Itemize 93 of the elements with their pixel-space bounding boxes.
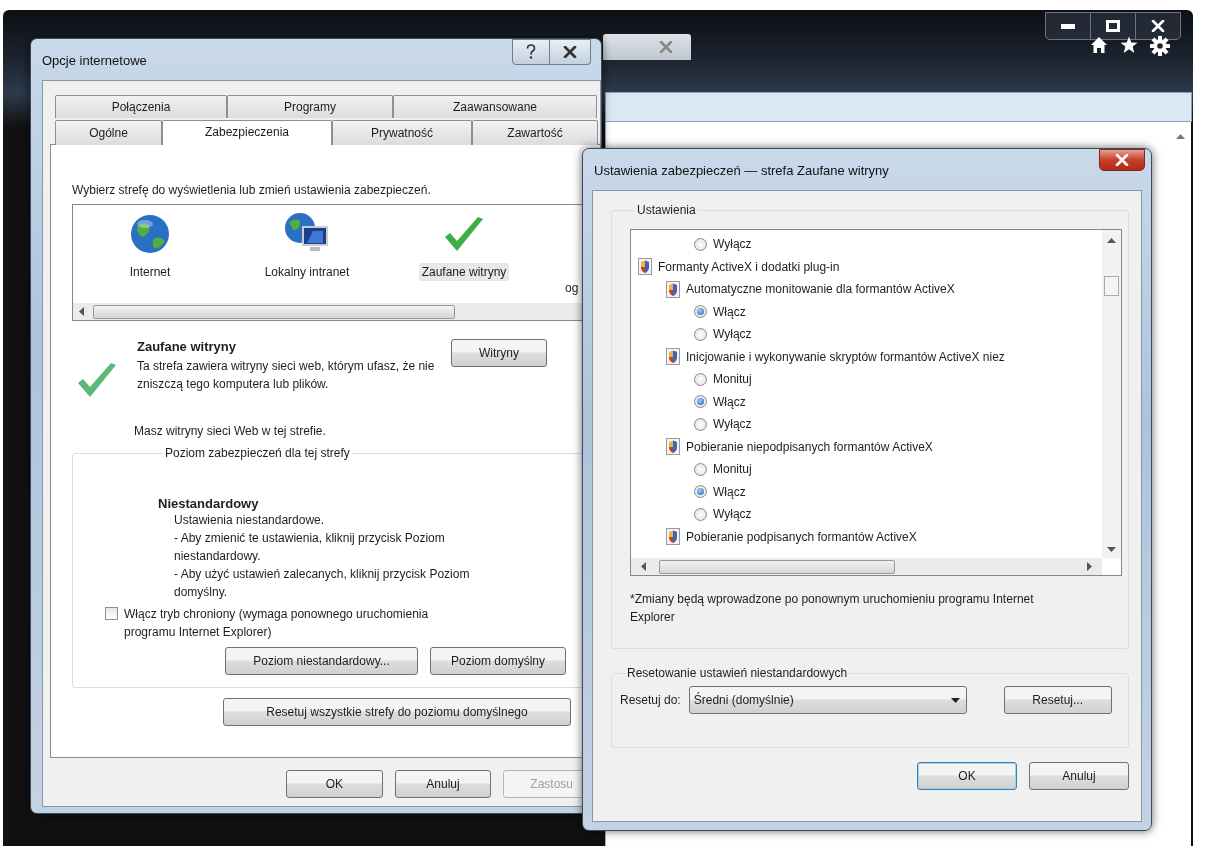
home-icon[interactable] — [1090, 36, 1108, 54]
tab[interactable]: Prywatność — [332, 120, 472, 145]
tab[interactable]: Połączenia — [55, 95, 227, 118]
minimize-icon — [1061, 23, 1075, 29]
close-button[interactable] — [1099, 149, 1145, 171]
help-icon — [526, 44, 536, 60]
zone-description: Ta strefa zawiera witryny sieci web, którym ufasz, że nie zniszczą tego komputera lub plików. — [137, 358, 436, 393]
zone-title: Zaufane witryny — [137, 339, 237, 354]
option-label: Włącz — [713, 484, 746, 499]
radio-button[interactable] — [694, 417, 707, 431]
close-icon — [1151, 20, 1165, 32]
settings-icon[interactable] — [1150, 36, 1170, 56]
star-icon[interactable] — [1120, 36, 1138, 54]
scroll-right-icon — [1087, 562, 1092, 571]
vertical-scrollbar[interactable] — [1102, 230, 1121, 558]
level-dropdown[interactable]: Średni (domyślnie) — [688, 686, 967, 714]
scroll-left-icon — [641, 562, 646, 571]
option-label: Wyłącz — [713, 237, 752, 252]
option-label: Monituj — [713, 372, 752, 387]
radio-button[interactable] — [694, 305, 707, 319]
globe-icon — [129, 213, 171, 255]
dialog-button[interactable]: Anuluj — [1029, 762, 1129, 790]
tab[interactable]: Programy — [227, 95, 393, 118]
radio-button[interactable] — [694, 462, 707, 476]
radio-button[interactable] — [694, 237, 707, 251]
level-button[interactable]: Poziom domyślny — [430, 647, 566, 675]
window-title: Ustawienia zabezpieczeń — strefa Zaufane witryny — [594, 163, 889, 178]
option-label: Wyłącz — [713, 327, 752, 342]
scroll-up-icon — [1107, 238, 1116, 243]
scroll-down-icon — [1107, 547, 1116, 552]
level-description: - Aby użyć ustawień zalecanych, kliknij przycisk Poziom domyślny. — [174, 566, 471, 601]
setting-label: Automatyczne monitowanie dla formantów ActiveX — [686, 282, 955, 297]
zone-item[interactable]: Internet — [85, 209, 215, 281]
scroll-up-icon[interactable] — [1176, 134, 1185, 139]
tab[interactable]: Zabezpieczenia — [162, 120, 332, 145]
shield-icon — [638, 258, 652, 276]
setting-label: Inicjowanie i wykonywanie skryptów formantów ActiveX niez — [686, 349, 1005, 364]
browser-tab[interactable] — [603, 34, 691, 60]
shield-icon — [666, 348, 680, 366]
shield-icon — [666, 528, 680, 546]
close-icon — [563, 46, 577, 58]
dialog-button[interactable]: Anuluj — [394, 770, 492, 798]
setting-label: Pobieranie niepodpisanych formantów ActiveX — [686, 439, 933, 454]
option-label: Monituj — [713, 462, 752, 477]
tab[interactable]: Ogólne — [55, 120, 162, 145]
zone-note: Masz witryny sieci Web w tej strefie. — [134, 424, 327, 438]
level-button[interactable]: Poziom niestandardowy... — [225, 647, 418, 675]
checkbox[interactable] — [105, 607, 118, 620]
close-icon — [1115, 154, 1129, 166]
option-label: Wyłącz — [713, 507, 752, 522]
zone-item[interactable]: Lokalny intranet — [242, 209, 372, 281]
shield-icon — [666, 438, 680, 456]
dialog-button[interactable]: OK — [917, 762, 1017, 790]
scrollbar-thumb[interactable] — [1104, 276, 1119, 296]
sites-button[interactable]: Witryny — [451, 339, 547, 367]
reset-button[interactable]: Resetuj... — [1003, 686, 1112, 714]
radio-button[interactable] — [694, 485, 707, 499]
group-title: Resetowanie ustawień niestandardowych — [626, 666, 849, 680]
scrollbar-thumb[interactable] — [93, 305, 455, 319]
tab[interactable]: Zawartość — [472, 120, 598, 145]
level-name: Niestandardowy — [158, 496, 260, 511]
tab[interactable]: Zaawansowane — [393, 95, 597, 118]
category-label: Formanty ActiveX i dodatki plug-in — [658, 259, 840, 274]
dropdown-arrow-icon — [950, 697, 960, 703]
restart-note: *Zmiany będą wprowadzone po ponownym uruchomieniu programu Internet Explorer — [630, 591, 1035, 626]
close-icon — [659, 41, 673, 53]
reset-all-button[interactable]: Resetuj wszystkie strefy do poziomu domyślnego — [223, 698, 571, 726]
maximize-icon — [1106, 20, 1120, 32]
shield-icon — [666, 280, 680, 298]
option-label: Wyłącz — [713, 417, 752, 432]
setting-label: Pobieranie podpisanych formantów ActiveX — [686, 529, 917, 544]
dialog-button[interactable]: OK — [286, 770, 383, 798]
scroll-left-icon — [79, 307, 84, 316]
option-label: Włącz — [713, 304, 746, 319]
window-title: Opcje internetowe — [42, 53, 147, 68]
option-label: Włącz — [713, 394, 746, 409]
instruction-text: Wybierz strefę do wyświetlenia lub zmień ustawienia zabezpieczeń. — [72, 183, 432, 197]
zone-label: og — [565, 281, 579, 295]
group-title: Ustawienia — [636, 203, 697, 217]
help-button[interactable] — [512, 39, 550, 65]
checkbox-label: Włącz tryb chroniony (wymaga ponownego uruchomienia programu Internet Explorer) — [124, 606, 430, 641]
horizontal-scrollbar[interactable] — [631, 558, 1102, 575]
radio-button[interactable] — [694, 507, 707, 521]
radio-button[interactable] — [694, 395, 707, 409]
field-label: Resetuj do: — [620, 693, 681, 707]
level-description: Ustawienia niestandardowe. — [174, 512, 326, 529]
radio-button[interactable] — [694, 327, 707, 341]
radio-button[interactable] — [694, 372, 707, 386]
scrollbar-thumb[interactable] — [659, 560, 895, 574]
close-button[interactable] — [550, 39, 591, 65]
level-description: - Aby zmienić te ustawienia, kliknij przycisk Poziom niestandardowy. — [174, 530, 446, 565]
zone-item[interactable]: Zaufane witryny — [399, 209, 529, 281]
group-title: Poziom zabezpieczeń dla tej strefy — [164, 446, 351, 460]
